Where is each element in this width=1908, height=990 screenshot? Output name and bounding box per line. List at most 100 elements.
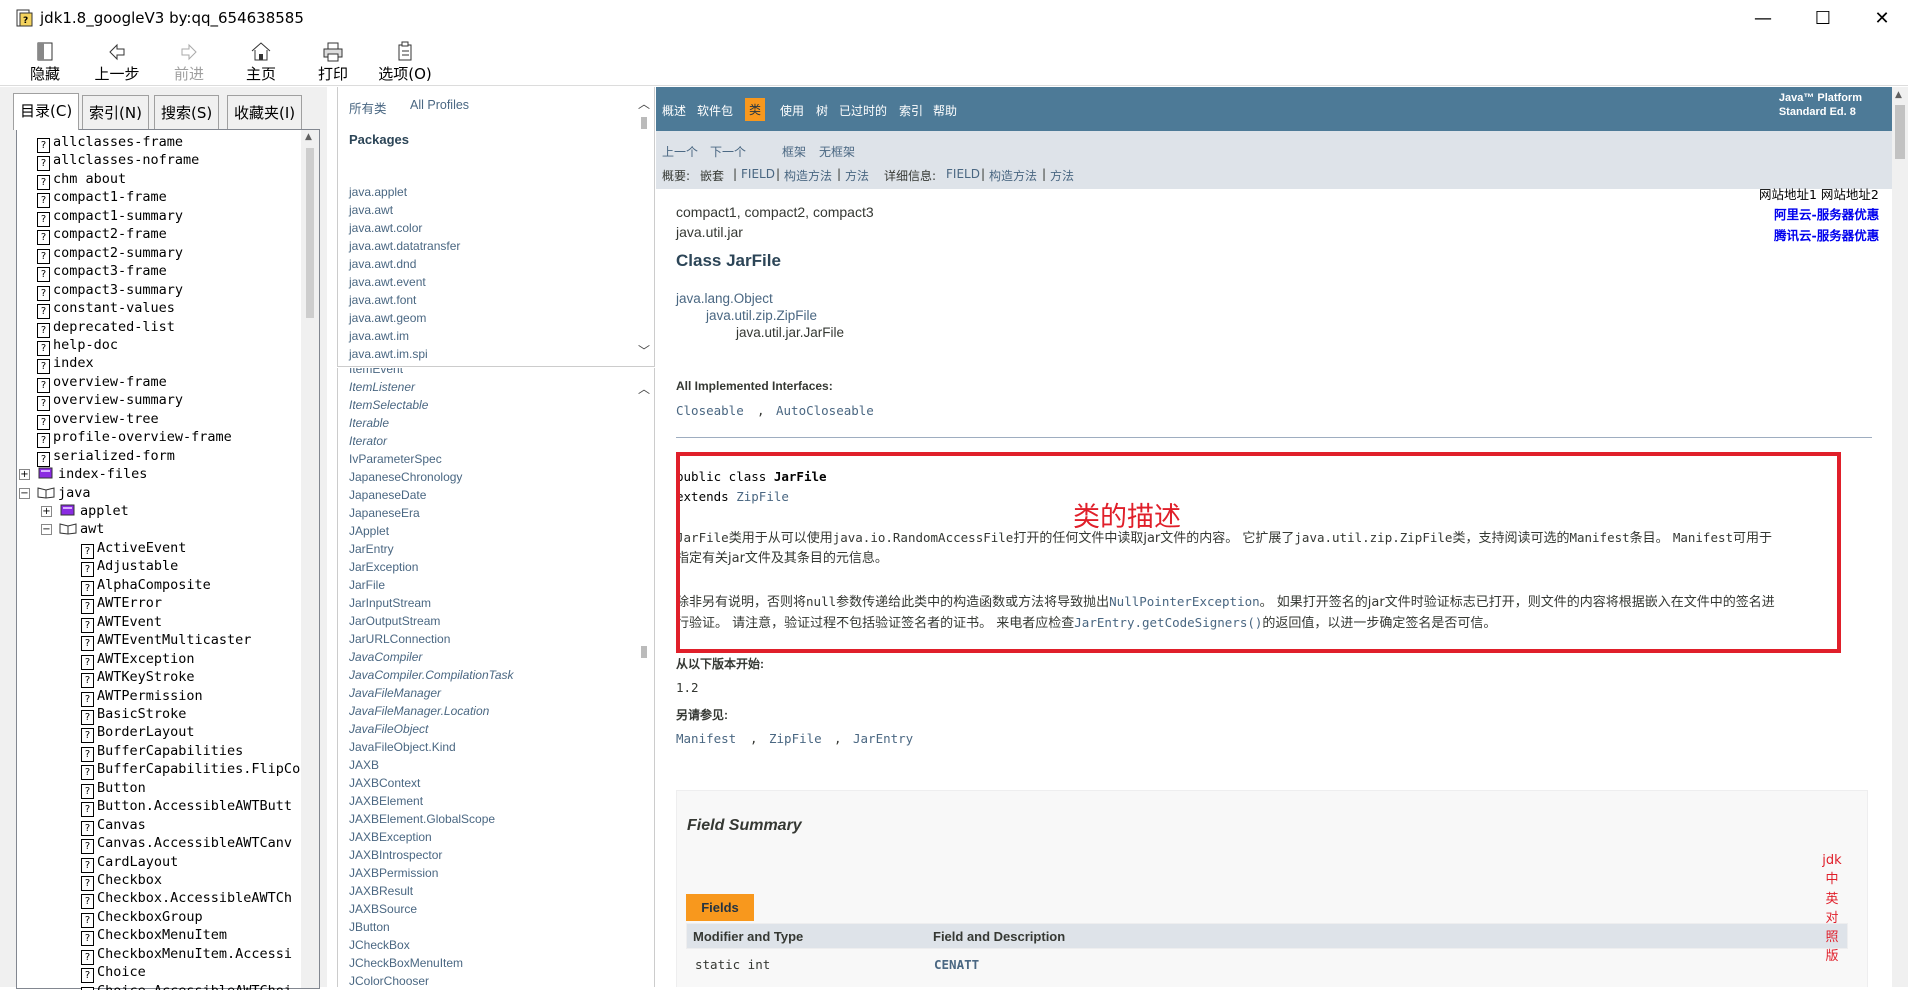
tree-item[interactable]: ? CheckboxMenuItem xyxy=(81,926,227,947)
class-link[interactable]: ItemSelectable xyxy=(349,398,428,412)
class-link[interactable]: JarException xyxy=(349,560,418,574)
tree-item[interactable]: ? CheckboxGroup xyxy=(81,908,203,928)
frames-link[interactable]: 框架 xyxy=(782,143,806,160)
summary-field-link[interactable]: FIELD xyxy=(741,167,775,181)
scroll-up-icon[interactable]: ▲ xyxy=(1895,90,1902,100)
maximize-button[interactable]: ☐ xyxy=(1800,0,1846,37)
tree-item[interactable]: ? Button xyxy=(81,779,146,799)
tab-favorites[interactable]: 收藏夹(I) xyxy=(227,95,303,129)
options-button[interactable]: 选项(O) xyxy=(374,39,436,85)
package-link[interactable]: java.awt.datatransfer xyxy=(349,239,460,253)
expand-icon[interactable]: + xyxy=(41,506,52,517)
tree-scrollbar-thumb[interactable] xyxy=(306,148,314,318)
tree-item[interactable]: ? allclasses-frame xyxy=(37,133,183,153)
detail-field-link[interactable]: FIELD xyxy=(946,167,980,181)
collapse-icon[interactable]: − xyxy=(19,487,30,499)
scroll-up-icon[interactable]: ▲ xyxy=(305,132,312,142)
site-addresses[interactable]: 网站地址1 网站地址2 xyxy=(1759,184,1879,203)
interface-closeable[interactable]: Closeable xyxy=(676,403,744,418)
next-class-link[interactable]: 下一个 xyxy=(710,143,746,160)
tree-item[interactable]: ? overview-frame xyxy=(37,373,167,393)
tree-item[interactable]: ? AWTKeyStroke xyxy=(81,668,195,689)
tree-item[interactable]: ? index xyxy=(37,354,94,375)
package-link[interactable]: java.awt.font xyxy=(349,293,416,307)
tree-item[interactable]: ? Adjustable xyxy=(81,557,178,578)
tree-item[interactable]: ? AWTError xyxy=(81,594,162,615)
classes-scrollbar[interactable]: ︿ xyxy=(635,368,653,987)
class-link[interactable]: JAXB xyxy=(349,758,379,772)
tree-item[interactable]: − java xyxy=(19,484,91,502)
class-link[interactable]: JAXBSource xyxy=(349,902,417,916)
hierarchy-object[interactable]: java.lang.Object xyxy=(676,291,773,306)
tree-item[interactable]: ? AWTException xyxy=(81,650,195,670)
tree-item[interactable]: ? AWTPermission xyxy=(81,687,203,707)
detail-method-link[interactable]: 方法 xyxy=(1050,167,1074,184)
class-link[interactable]: JarFile xyxy=(349,578,385,592)
class-link[interactable]: ItemListener xyxy=(349,380,415,394)
package-link[interactable]: java.awt.event xyxy=(349,275,426,289)
doc-scrollbar[interactable]: ▲ xyxy=(1892,87,1908,987)
tree-item[interactable]: ? compact3-frame xyxy=(37,262,167,283)
summary-constructor-link[interactable]: 构造方法 xyxy=(784,167,832,184)
nav-use[interactable]: 使用 xyxy=(780,102,804,119)
class-link[interactable]: ItemEvent xyxy=(349,368,403,376)
tree-item[interactable]: ? BasicStroke xyxy=(81,705,186,725)
class-link[interactable]: JavaFileObject.Kind xyxy=(349,740,456,754)
tree-item[interactable]: ? compact2-frame xyxy=(37,225,167,246)
tencent-link[interactable]: 腾讯云-服务器优惠 xyxy=(1774,225,1879,244)
expand-icon[interactable]: + xyxy=(19,469,30,481)
tree-item[interactable]: ? AWTEventMulticaster xyxy=(81,631,251,652)
forward-button[interactable]: 前进 xyxy=(158,39,220,85)
class-link[interactable]: JAXBResult xyxy=(349,884,413,898)
tree-item[interactable]: ? AWTEvent xyxy=(81,613,162,633)
class-link[interactable]: JavaFileManager xyxy=(349,686,441,700)
packages-scrollbar[interactable]: ︿ ﹀ xyxy=(635,87,653,365)
class-link[interactable]: JAXBElement.GlobalScope xyxy=(349,812,495,826)
nav-deprecated[interactable]: 已过时的 xyxy=(839,102,887,119)
tree-item[interactable]: ? overview-summary xyxy=(37,391,183,412)
tree-item[interactable]: ? AlphaComposite xyxy=(81,576,211,596)
tree-item[interactable]: ? serialized-form xyxy=(37,447,175,467)
chevron-up-icon[interactable]: ︿ xyxy=(638,380,650,397)
tree-item[interactable]: ? compact1-frame xyxy=(37,188,167,209)
interface-autocloseable[interactable]: AutoCloseable xyxy=(776,403,874,418)
tree-item[interactable]: ? Button.AccessibleAWTButt xyxy=(81,797,292,818)
tab-index[interactable]: 索引(N) xyxy=(82,95,149,129)
package-link[interactable]: java.awt.im.spi xyxy=(349,347,428,361)
hide-button[interactable]: 隐藏 xyxy=(14,39,76,85)
tree-item[interactable]: ? CardLayout xyxy=(81,853,178,873)
nav-index[interactable]: 索引 xyxy=(899,102,923,119)
class-link[interactable]: JarEntry xyxy=(349,542,394,556)
nav-class[interactable]: 类 xyxy=(745,98,766,121)
tree-item[interactable]: ? overview-tree xyxy=(37,410,159,430)
minimize-button[interactable]: — xyxy=(1740,0,1786,37)
package-link[interactable]: java.awt.geom xyxy=(349,311,426,325)
nav-help[interactable]: 帮助 xyxy=(933,102,957,119)
tree-item[interactable]: ? CheckboxMenuItem.Accessi xyxy=(81,945,292,965)
tree-item[interactable]: ?Choice.AccessibleAWTChoi xyxy=(81,982,292,990)
package-link[interactable]: java.awt.im xyxy=(349,329,409,343)
tree-item[interactable]: ? compact2-summary xyxy=(37,244,183,264)
tree-item[interactable]: ? allclasses-noframe xyxy=(37,151,199,172)
tree-item[interactable]: ? BufferCapabilities xyxy=(81,742,243,762)
packages-scrollbar-thumb[interactable] xyxy=(641,117,647,129)
class-link[interactable]: JAXBElement xyxy=(349,794,423,808)
class-link[interactable]: JAXBIntrospector xyxy=(349,848,442,862)
class-link[interactable]: JAXBContext xyxy=(349,776,420,790)
class-link[interactable]: JApplet xyxy=(349,524,389,538)
tree-scrollbar[interactable]: ▲ xyxy=(301,130,319,988)
class-link[interactable]: JAXBPermission xyxy=(349,866,438,880)
class-link[interactable]: JarURLConnection xyxy=(349,632,450,646)
tree-item[interactable]: ? Checkbox xyxy=(81,871,162,891)
class-link[interactable]: JavaCompiler xyxy=(349,650,422,664)
detail-constructor-link[interactable]: 构造方法 xyxy=(989,167,1037,184)
class-link[interactable]: JCheckBoxMenuItem xyxy=(349,956,463,970)
class-link[interactable]: JButton xyxy=(349,920,390,934)
see-jarentry-link[interactable]: JarEntry xyxy=(853,731,913,746)
doc-scrollbar-thumb[interactable] xyxy=(1895,105,1905,159)
tab-search[interactable]: 搜索(S) xyxy=(154,95,220,129)
class-link[interactable]: IvParameterSpec xyxy=(349,452,442,466)
class-link[interactable]: JapaneseDate xyxy=(349,488,426,502)
tree-item[interactable]: + applet xyxy=(41,502,129,520)
tree-item[interactable]: ? Choice xyxy=(81,963,146,984)
